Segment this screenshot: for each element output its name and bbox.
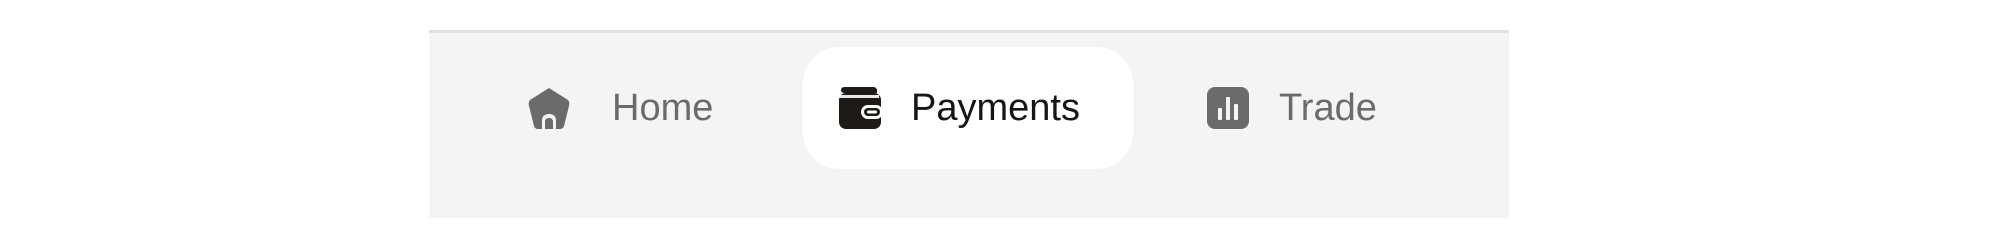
tab-home-label: Home (612, 87, 714, 129)
tab-trade-label: Trade (1279, 87, 1377, 129)
tab-payments[interactable]: Payments (803, 47, 1133, 169)
tab-payments-label: Payments (911, 87, 1080, 129)
bar-chart-icon (1205, 85, 1251, 131)
home-icon (526, 85, 572, 131)
bottom-nav-bar: Home Payments Trade (429, 30, 1509, 218)
tab-trade[interactable]: Trade (1171, 47, 1441, 169)
tab-home[interactable]: Home (492, 47, 762, 169)
wallet-icon (837, 85, 883, 131)
